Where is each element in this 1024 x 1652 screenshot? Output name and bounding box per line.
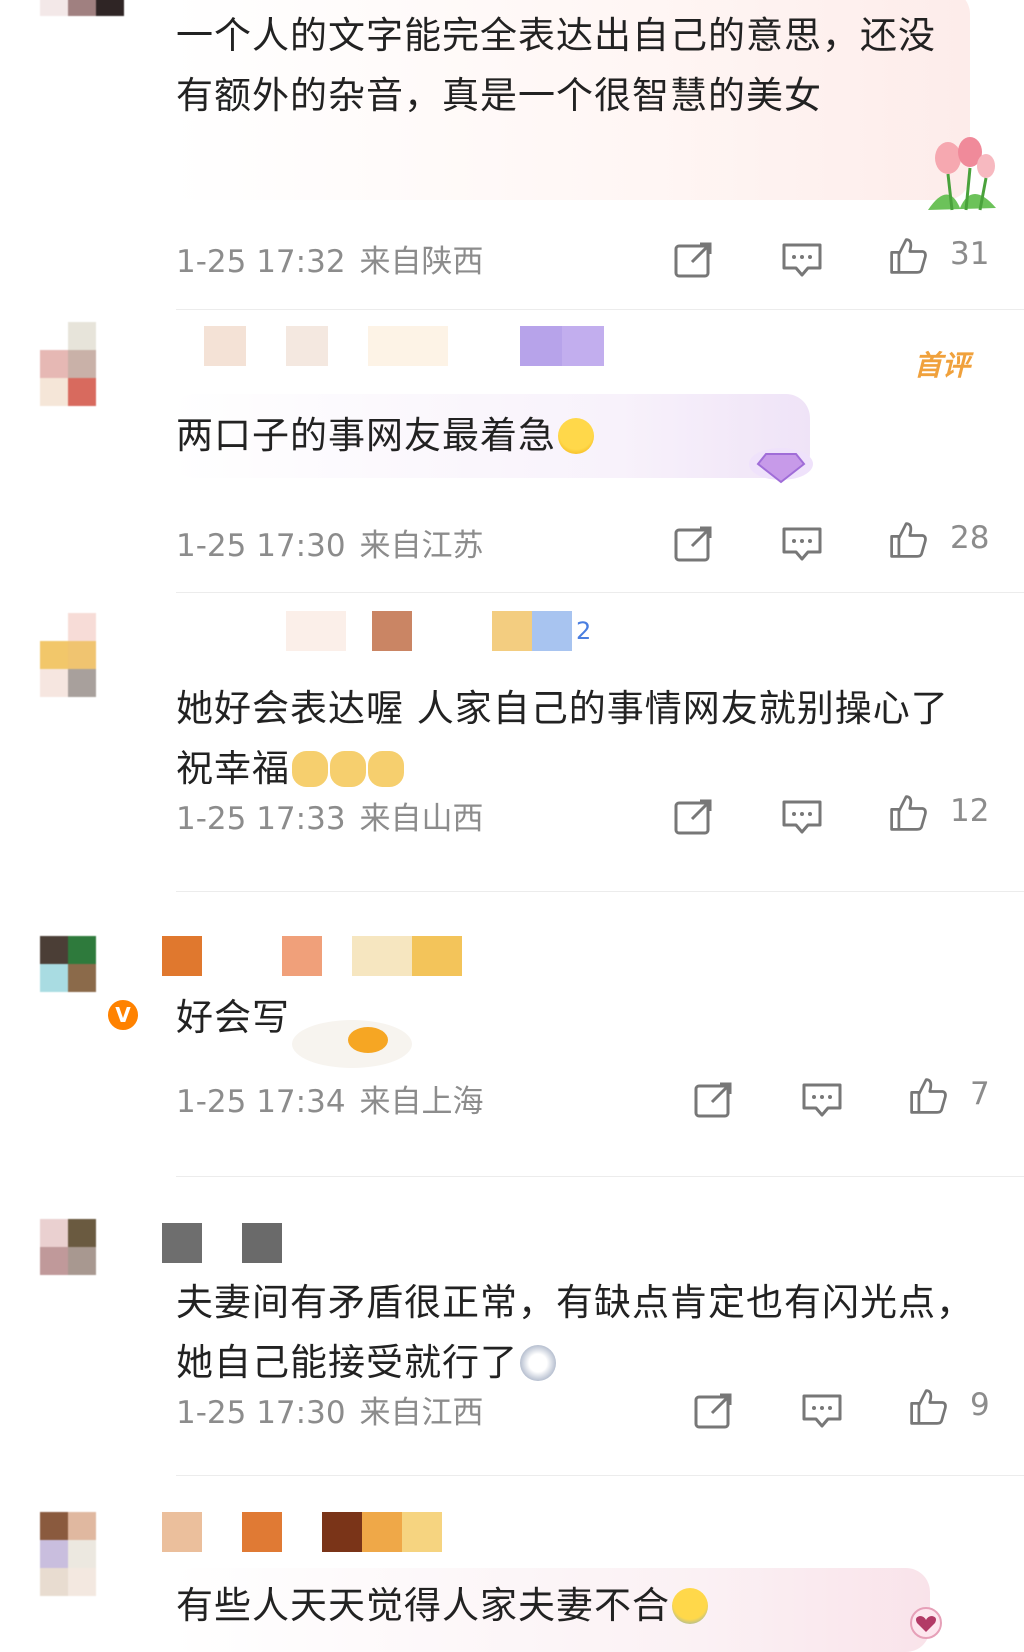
comment-meta: 1-25 17:34 来自上海 [176,1076,484,1121]
comment-region: 来自江西 [359,1395,484,1431]
shrug-emoji-icon [672,1588,708,1624]
share-icon[interactable] [672,240,716,280]
share-icon[interactable] [692,1080,736,1120]
thumbs-up-icon[interactable] [886,520,930,560]
comment-region: 来自上海 [359,1084,484,1120]
comment-region: 来自陕西 [359,244,484,280]
avatar[interactable] [40,0,124,44]
tulip-decoration-icon [928,137,996,211]
comment-item: 有些人天天觉得人家夫妻不合 [0,1476,1024,1652]
thumbs-up-icon[interactable] [906,1387,950,1427]
comment-time: 1-25 17:30 [176,1395,346,1431]
comment-meta: 1-25 17:30 来自江西 [176,1387,484,1432]
avatar[interactable] [40,1219,124,1303]
fan-badge-count: 2 [576,617,592,645]
laughing-crying-emoji-icon [558,418,594,454]
like-count: 31 [950,236,990,272]
first-comment-tag: 首评 [914,349,971,382]
like-count: 12 [950,793,990,829]
username-masked[interactable]: 2 [162,611,602,651]
comment-region: 来自山西 [359,801,484,837]
username-masked[interactable] [162,1512,442,1552]
comment-time: 1-25 17:34 [176,1084,346,1120]
cat-emoji-icon [368,751,404,787]
comment-time: 1-25 17:33 [176,801,346,837]
cat-emoji-icon [292,751,328,787]
comment-icon[interactable] [780,797,824,837]
username-masked[interactable] [162,326,604,366]
comment-text-content: 夫妻间有矛盾很正常，有缺点肯定也有闪光点，她自己能接受就行了 [176,1281,974,1384]
comment-text: 她好会表达喔 人家自己的事情网友就别操心了 祝幸福 [176,679,956,799]
dog-emoji-icon [520,1345,556,1381]
comment-time: 1-25 17:32 [176,244,346,280]
avatar[interactable] [40,1512,124,1596]
comment-item: 2 她好会表达喔 人家自己的事情网友就别操心了 祝幸福 1-25 17:33 来自… [0,593,1024,891]
heart-decoration-icon [910,1607,942,1639]
like-count: 7 [970,1076,990,1112]
comment-item: 夫妻间有矛盾很正常，有缺点肯定也有闪光点，她自己能接受就行了 1-25 17:3… [0,1177,1024,1475]
thumbs-up-icon[interactable] [886,236,930,276]
comment-text: 一个人的文字能完全表达出自己的意思，还没有额外的杂音，真是一个很智慧的美女 [176,14,936,117]
comment-meta: 1-25 17:33 来自山西 [176,793,484,838]
like-count: 9 [970,1387,990,1423]
thumbs-up-icon[interactable] [886,793,930,833]
comment-time: 1-25 17:30 [176,528,346,564]
avatar[interactable] [40,322,124,406]
comment-item: 一个人的文字能完全表达出自己的意思，还没有额外的杂音，真是一个很智慧的美女 1-… [0,0,1024,300]
avatar[interactable] [40,613,124,697]
username-masked[interactable] [162,1223,282,1263]
verified-badge-icon: V [106,998,140,1032]
comment-item: V 好会写 1-25 17:34 来自上海 7 [0,892,1024,1176]
diamond-decoration-icon [749,448,813,484]
fried-egg-decoration-icon [292,1020,412,1068]
comment-icon[interactable] [780,524,824,564]
cat-emoji-icon [330,751,366,787]
comment-icon[interactable] [780,240,824,280]
comment-text-content: 两口子的事网友最着急 [176,414,556,457]
username-masked[interactable] [162,936,462,976]
comment-text: 有些人天天觉得人家夫妻不合 [176,1576,976,1636]
comment-meta: 1-25 17:32 来自陕西 [176,236,484,281]
thumbs-up-icon[interactable] [906,1076,950,1116]
comment-icon[interactable] [800,1080,844,1120]
comment-text: 两口子的事网友最着急 [176,406,976,466]
share-icon[interactable] [692,1391,736,1431]
comment-text: 夫妻间有矛盾很正常，有缺点肯定也有闪光点，她自己能接受就行了 [176,1273,976,1393]
comment-icon[interactable] [800,1391,844,1431]
share-icon[interactable] [672,797,716,837]
comment-text-content: 有些人天天觉得人家夫妻不合 [176,1584,670,1627]
share-icon[interactable] [672,524,716,564]
comment-region: 来自江苏 [359,528,484,564]
comment-meta: 1-25 17:30 来自江苏 [176,520,484,565]
comment-item: 首评 两口子的事网友最着急 1-25 17:30 来自江苏 28 [0,310,1024,592]
like-count: 28 [950,520,990,556]
